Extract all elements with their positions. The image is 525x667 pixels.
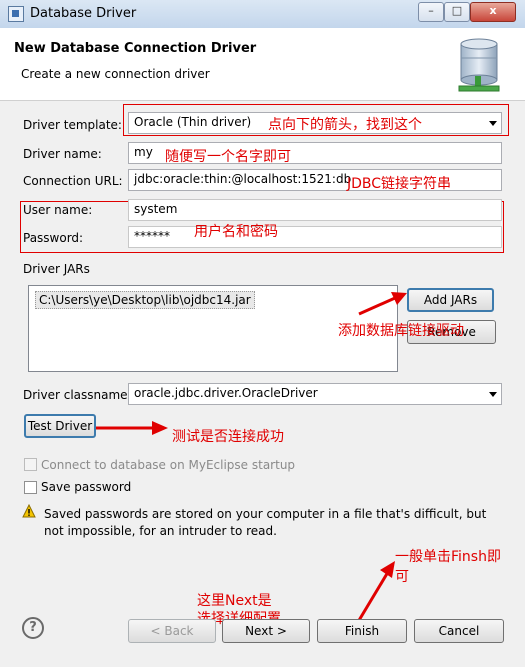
annotation-arrow-test [96, 421, 168, 435]
test-driver-button[interactable]: Test Driver [24, 414, 96, 438]
warning-icon [22, 504, 36, 518]
database-icon [458, 38, 500, 92]
dialog-window: Database Driver – □ x New Database Conne… [0, 0, 525, 667]
annotation-credentials: 用户名和密码 [194, 224, 278, 240]
next-button[interactable]: Next > [222, 619, 310, 643]
annotation-finish-line1: 一般单击Finsh即 [395, 549, 501, 565]
annotation-template: 点向下的箭头，找到这个 [268, 117, 422, 133]
annotation-test: 测试是否连接成功 [172, 429, 284, 445]
title-bar: Database Driver – □ x [0, 0, 525, 29]
back-button[interactable]: < Back [128, 619, 216, 643]
annotation-url: JDBC链接字符串 [347, 176, 452, 192]
annotation-name: 随便写一个名字即可 [165, 149, 291, 165]
save-password-checkbox[interactable] [24, 481, 37, 494]
window-title: Database Driver [30, 6, 137, 21]
user-name-input[interactable]: system [128, 199, 502, 221]
driver-classname-value: oracle.jdbc.driver.OracleDriver [134, 386, 318, 400]
driver-classname-label: Driver classname: [23, 388, 132, 402]
connection-url-label: Connection URL: [23, 174, 123, 188]
wizard-header: New Database Connection Driver Create a … [0, 28, 525, 101]
connect-on-startup-checkbox[interactable] [24, 458, 37, 471]
jar-list-item[interactable]: C:\Users\ye\Desktop\lib\ojdbc14.jar [35, 291, 255, 309]
header-subtitle: Create a new connection driver [21, 67, 210, 81]
app-icon [8, 6, 24, 22]
annotation-arrow-jars [358, 292, 407, 316]
maximize-button[interactable]: □ [444, 2, 470, 22]
help-icon[interactable]: ? [22, 617, 44, 639]
annotation-next-line1: 这里Next是 [197, 593, 272, 609]
annotation-jars: 添加数据库链接驱动 [338, 323, 464, 339]
driver-name-label: Driver name: [23, 147, 102, 161]
finish-button[interactable]: Finish [317, 619, 407, 643]
user-name-label: User name: [23, 203, 93, 217]
annotation-arrow-finish [356, 561, 395, 623]
header-title: New Database Connection Driver [14, 41, 257, 56]
warning-text-line2: not impossible, for an intruder to read. [44, 524, 277, 538]
connect-on-startup-label: Connect to database on MyEclipse startup [41, 458, 296, 472]
password-label: Password: [23, 231, 84, 245]
chevron-down-icon[interactable] [489, 392, 497, 397]
password-input[interactable]: ****** [128, 226, 502, 248]
minimize-button[interactable]: – [418, 2, 444, 22]
driver-jars-label: Driver JARs [23, 262, 90, 276]
add-jars-button[interactable]: Add JARs [407, 288, 494, 312]
driver-template-label: Driver template: [23, 118, 122, 132]
cancel-button[interactable]: Cancel [414, 619, 504, 643]
warning-text-line1: Saved passwords are stored on your compu… [44, 507, 487, 521]
driver-classname-select[interactable]: oracle.jdbc.driver.OracleDriver [128, 383, 502, 405]
close-button[interactable]: x [470, 2, 516, 22]
save-password-label: Save password [41, 480, 132, 494]
